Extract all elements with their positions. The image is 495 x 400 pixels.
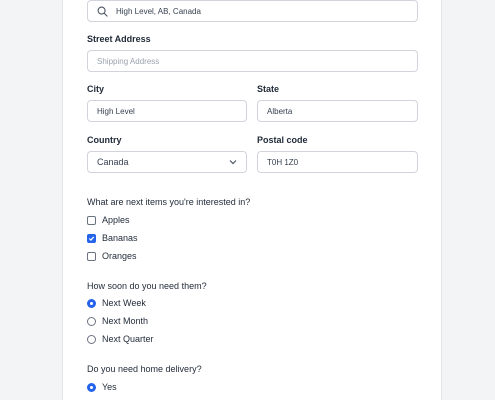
postal-code-label: Postal code	[257, 135, 308, 145]
street-address-placeholder: Shipping Address	[97, 56, 160, 66]
checkbox-oranges[interactable]: Oranges	[87, 251, 137, 261]
checkbox-box[interactable]	[87, 215, 96, 225]
street-address-label: Street Address	[87, 34, 151, 44]
timing-question: How soon do you need them?	[87, 281, 207, 291]
radio-label: Next Week	[102, 298, 146, 308]
checkbox-label: Apples	[102, 215, 130, 225]
state-input[interactable]: Alberta	[257, 100, 418, 122]
radio-next-week[interactable]: Next Week	[87, 298, 146, 308]
search-icon	[97, 6, 108, 17]
address-search-value: High Level, AB, Canada	[116, 6, 201, 16]
interests-question: What are next items you're interested in…	[87, 197, 251, 207]
checkbox-box[interactable]	[87, 233, 96, 243]
address-search-input[interactable]: High Level, AB, Canada	[87, 0, 418, 22]
country-value: Canada	[97, 157, 129, 167]
radio-button[interactable]	[87, 382, 96, 392]
checkbox-bananas[interactable]: Bananas	[87, 233, 138, 243]
state-value: Alberta	[267, 106, 293, 116]
radio-button[interactable]	[87, 334, 96, 344]
checkbox-apples[interactable]: Apples	[87, 215, 130, 225]
checkbox-label: Bananas	[102, 233, 138, 243]
radio-label: Yes	[102, 382, 117, 392]
checkbox-box[interactable]	[87, 251, 96, 261]
city-value: High Level	[97, 106, 135, 116]
delivery-question: Do you need home delivery?	[87, 364, 202, 374]
country-select[interactable]: Canada	[87, 151, 247, 173]
radio-next-month[interactable]: Next Month	[87, 316, 148, 326]
checkbox-label: Oranges	[102, 251, 137, 261]
form-card: High Level, AB, Canada Street Address Sh…	[62, 0, 442, 400]
radio-next-quarter[interactable]: Next Quarter	[87, 334, 154, 344]
radio-button[interactable]	[87, 316, 96, 326]
chevron-down-icon	[229, 160, 237, 165]
radio-yes[interactable]: Yes	[87, 382, 117, 392]
radio-button[interactable]	[87, 298, 96, 308]
postal-code-value: T0H 1Z0	[267, 157, 299, 167]
state-label: State	[257, 84, 280, 94]
radio-label: Next Month	[102, 316, 149, 326]
radio-label: Next Quarter	[102, 334, 154, 344]
checkmark-icon	[88, 236, 95, 241]
city-label: City	[87, 84, 105, 94]
street-address-input[interactable]: Shipping Address	[87, 50, 418, 72]
country-label: Country	[87, 135, 122, 145]
postal-code-input[interactable]: T0H 1Z0	[257, 151, 418, 173]
city-input[interactable]: High Level	[87, 100, 247, 122]
